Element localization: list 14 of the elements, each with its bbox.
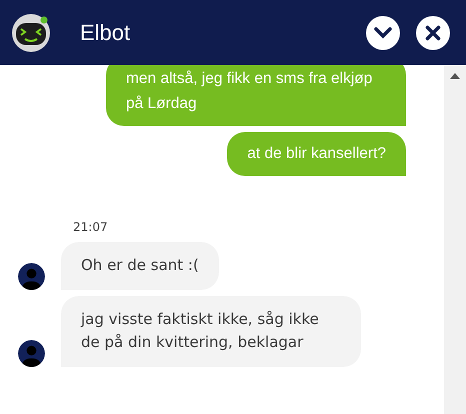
message-bubble: jag visste faktiskt ikke, såg ikke de på din kvittering, beklagar: [61, 296, 361, 367]
avatar-icon: [18, 263, 45, 290]
message-bubble: Oh er de sant :(: [61, 242, 219, 290]
close-icon: [425, 24, 441, 40]
bot-logo-icon: [10, 12, 52, 54]
chevron-down-icon: [374, 26, 392, 38]
message-bubble: men altså, jeg fikk en sms fra elkjøp på Lørdag: [106, 65, 406, 126]
avatar-icon: [18, 340, 45, 367]
message-bubble: at de blir kansellert?: [227, 132, 406, 176]
scroll-up-icon[interactable]: [450, 73, 460, 79]
close-button[interactable]: [416, 16, 450, 50]
minimize-button[interactable]: [366, 16, 400, 50]
chat-title: Elbot: [80, 19, 130, 47]
timestamp: 21:07: [73, 219, 109, 236]
